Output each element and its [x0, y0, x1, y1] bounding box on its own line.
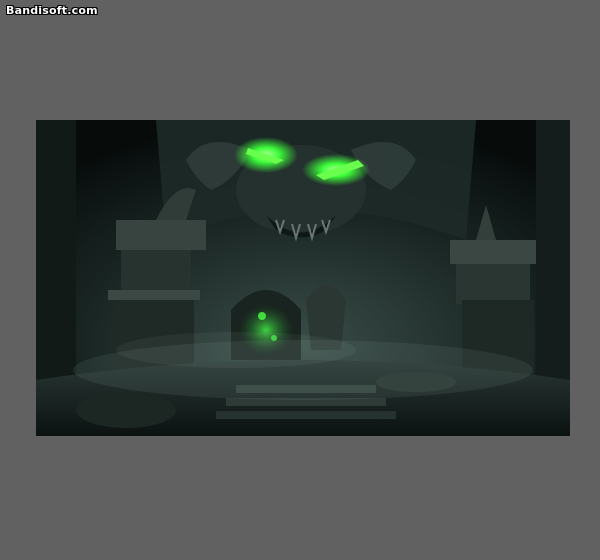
step-3: [216, 411, 396, 419]
rubble-left: [76, 392, 176, 428]
bandisoft-watermark: Bandisoft.com: [6, 4, 98, 17]
app-window: { "watermark": { "text": "Bandisoft.com"…: [0, 0, 600, 560]
dungeon-scene-image: [36, 120, 570, 436]
image-viewer: [36, 120, 570, 436]
